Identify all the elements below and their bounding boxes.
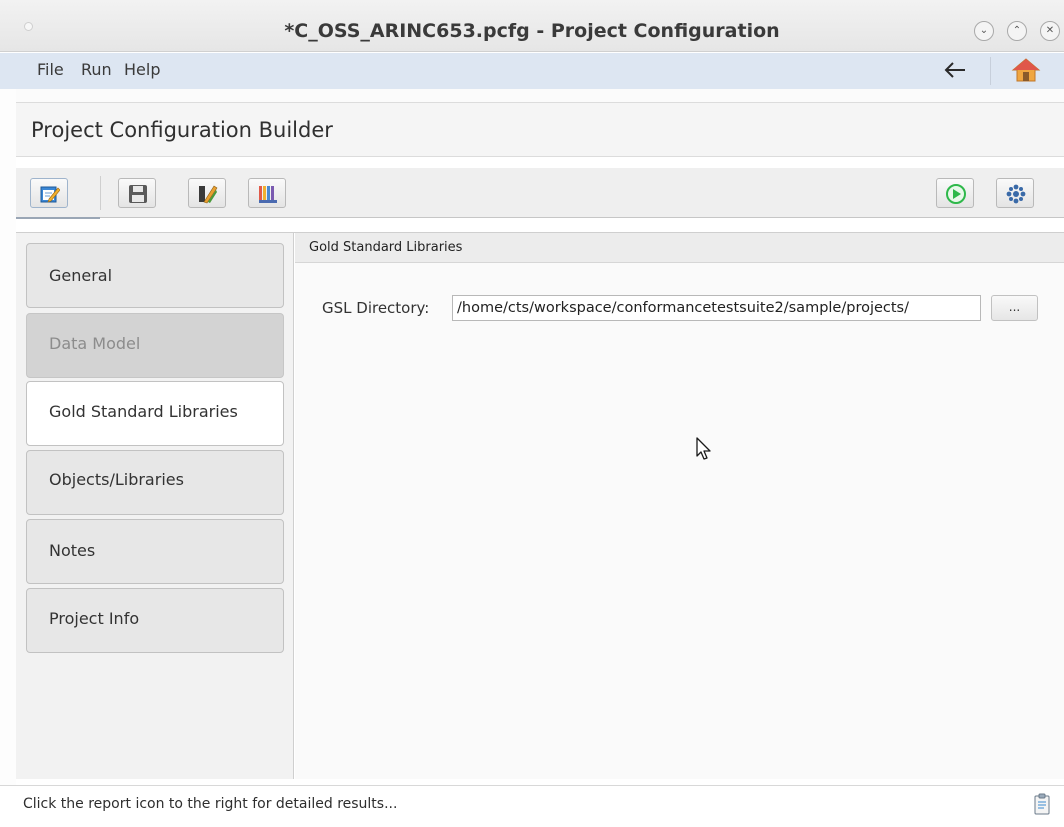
gsl-directory-label: GSL Directory: xyxy=(322,299,430,317)
minimize-button[interactable]: ⌄ xyxy=(974,21,994,41)
toolbar-separator xyxy=(100,176,101,210)
close-button[interactable]: ✕ xyxy=(1040,21,1060,41)
sidebar-item-label: General xyxy=(49,266,113,285)
toolbar-selection-indicator xyxy=(16,217,100,219)
edit-icon xyxy=(40,186,60,203)
sidebar-item-objects-libraries[interactable]: Objects/Libraries xyxy=(26,450,284,515)
sidebar-item-data-model: Data Model xyxy=(26,313,284,378)
run-icon xyxy=(946,184,966,204)
sidebar-item-label: Project Info xyxy=(49,609,140,628)
edit-button[interactable] xyxy=(30,178,68,208)
sidebar-item-general[interactable]: General xyxy=(26,243,284,308)
window-title: *C_OSS_ARINC653.pcfg - Project Configura… xyxy=(284,20,780,42)
save-button[interactable] xyxy=(118,178,156,208)
content-panel: Gold Standard Libraries GSL Directory: .… xyxy=(295,233,1064,779)
menu-bar: File Run Help xyxy=(0,53,1064,89)
pen-button[interactable] xyxy=(188,178,226,208)
save-icon xyxy=(129,185,147,203)
mouse-cursor-icon xyxy=(696,437,711,460)
status-message: Click the report icon to the right for d… xyxy=(23,796,398,812)
maximize-button[interactable]: ⌃ xyxy=(1007,21,1027,41)
sidebar-item-notes[interactable]: Notes xyxy=(26,519,284,584)
menubar-separator xyxy=(990,57,991,85)
menu-file[interactable]: File xyxy=(37,53,64,86)
sidebar-item-label: Gold Standard Libraries xyxy=(49,402,238,421)
run-button[interactable] xyxy=(936,178,974,208)
page-title: Project Configuration Builder xyxy=(31,118,333,142)
main-area: General Data Model Gold Standard Librari… xyxy=(16,232,1064,779)
page-header: Project Configuration Builder xyxy=(16,102,1064,157)
sidebar-item-label: Data Model xyxy=(49,334,141,353)
browse-button[interactable]: ... xyxy=(991,295,1038,321)
menu-help[interactable]: Help xyxy=(124,53,160,86)
columns-icon xyxy=(259,186,277,203)
toolbar xyxy=(16,168,1064,218)
sidebar-item-label: Notes xyxy=(49,541,96,560)
sidebar-item-label: Objects/Libraries xyxy=(49,470,184,489)
status-bar: Click the report icon to the right for d… xyxy=(0,785,1064,827)
sidebar-item-gold-standard-libraries[interactable]: Gold Standard Libraries xyxy=(26,381,284,446)
back-arrow-icon[interactable] xyxy=(940,56,970,84)
sidebar-item-project-info[interactable]: Project Info xyxy=(26,588,284,653)
columns-button[interactable] xyxy=(248,178,286,208)
home-icon[interactable] xyxy=(1010,56,1042,84)
sidebar: General Data Model Gold Standard Librari… xyxy=(16,233,294,779)
pen-icon xyxy=(199,185,218,204)
gsl-directory-input[interactable] xyxy=(452,295,981,321)
settings-button[interactable] xyxy=(996,178,1034,208)
report-icon[interactable] xyxy=(1034,793,1050,815)
menu-run[interactable]: Run xyxy=(81,53,112,86)
header-spacer xyxy=(16,89,1064,103)
settings-icon xyxy=(1006,184,1026,204)
window-left-edge xyxy=(0,89,16,785)
section-title: Gold Standard Libraries xyxy=(295,233,1064,263)
window-titlebar: *C_OSS_ARINC653.pcfg - Project Configura… xyxy=(0,0,1064,52)
